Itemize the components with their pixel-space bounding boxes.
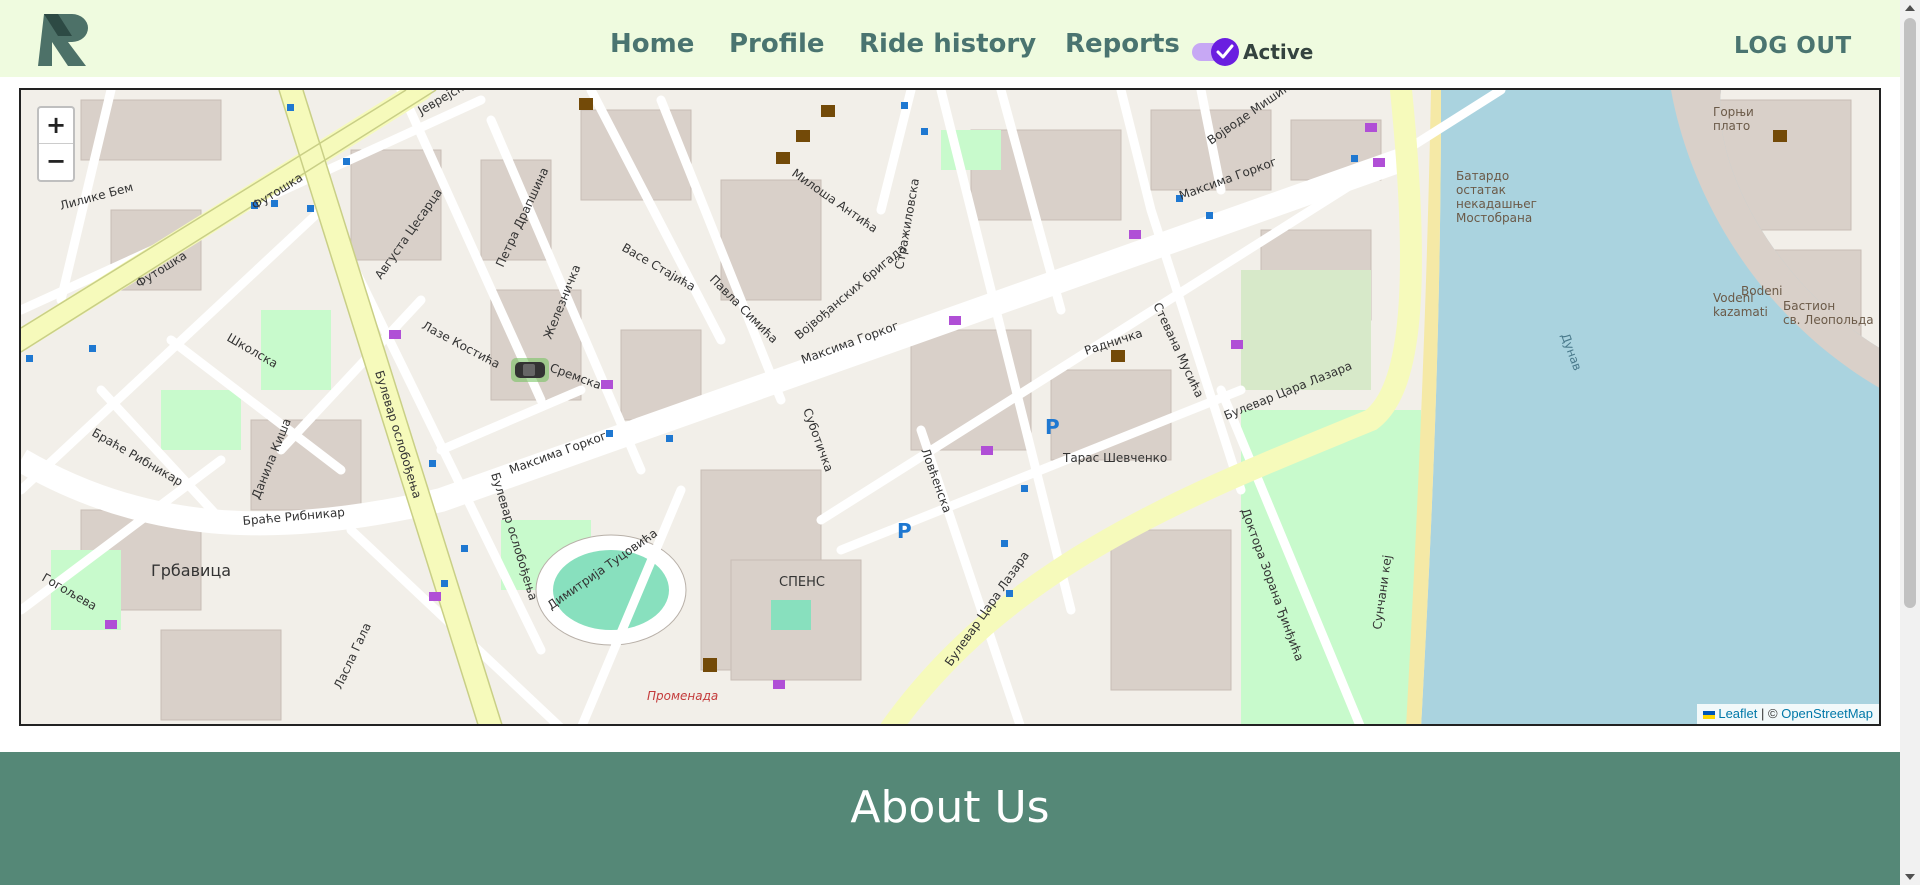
- svg-text:Горњи: Горњи: [1713, 105, 1754, 119]
- map-view[interactable]: PP Футошка Футошка Булевар ослобођења Бу…: [19, 88, 1881, 726]
- map-tiles[interactable]: PP Футошка Футошка Булевар ослобођења Бу…: [21, 90, 1881, 726]
- page-scrollbar[interactable]: [1900, 0, 1920, 885]
- zoom-out-button[interactable]: −: [39, 144, 73, 180]
- zoom-in-button[interactable]: +: [39, 108, 73, 144]
- svg-text:СПЕНС: СПЕНС: [779, 575, 825, 590]
- svg-text:P: P: [897, 519, 912, 543]
- logout-button[interactable]: LOG OUT: [1734, 33, 1852, 59]
- svg-text:Мостобрана: Мостобрана: [1456, 211, 1532, 225]
- leaflet-link[interactable]: Leaflet: [1718, 706, 1757, 721]
- svg-text:Батардо: Батардо: [1456, 169, 1509, 183]
- ukraine-flag-icon: [1703, 710, 1716, 719]
- vehicle-marker[interactable]: [511, 358, 549, 382]
- svg-text:остатак: остатак: [1456, 183, 1506, 197]
- scroll-down-icon[interactable]: [1905, 874, 1915, 880]
- about-section: About Us: [0, 752, 1900, 885]
- svg-text:Променада: Променада: [647, 689, 718, 703]
- nav-ride-history-link[interactable]: Ride history: [859, 29, 1036, 59]
- svg-text:P: P: [1045, 415, 1060, 439]
- toggle-knob[interactable]: [1211, 38, 1239, 66]
- svg-text:Грбавица: Грбавица: [151, 561, 231, 580]
- main-nav: Home Profile Ride history Reports: [0, 29, 1900, 65]
- svg-text:некадашњег: некадашњег: [1456, 197, 1537, 211]
- svg-text:Тарас Шевченко: Тарас Шевченко: [1062, 451, 1167, 465]
- openstreetmap-link[interactable]: OpenStreetMap: [1781, 706, 1873, 721]
- nav-home-link[interactable]: Home: [610, 29, 694, 59]
- svg-text:св. Леопольда: св. Леопольда: [1783, 313, 1874, 327]
- nav-profile-link[interactable]: Profile: [729, 29, 825, 59]
- checkmark-icon: [1216, 44, 1234, 59]
- attribution-separator: | ©: [1761, 706, 1778, 721]
- active-toggle-label: Active: [1243, 40, 1314, 64]
- svg-text:плато: плато: [1713, 119, 1750, 133]
- active-toggle[interactable]: Active: [1192, 38, 1314, 66]
- top-navbar: Home Profile Ride history Reports Active…: [0, 0, 1900, 77]
- zoom-control: + −: [37, 106, 75, 182]
- svg-text:Vodeni: Vodeni: [1713, 291, 1754, 305]
- map-attribution: Leaflet | © OpenStreetMap: [1697, 704, 1879, 724]
- scroll-up-icon[interactable]: [1905, 5, 1915, 11]
- about-title: About Us: [850, 782, 1050, 833]
- svg-text:Бастион: Бастион: [1783, 299, 1835, 313]
- nav-reports-link[interactable]: Reports: [1065, 29, 1180, 59]
- scrollbar-thumb[interactable]: [1904, 18, 1916, 608]
- svg-text:kazamati: kazamati: [1713, 305, 1768, 319]
